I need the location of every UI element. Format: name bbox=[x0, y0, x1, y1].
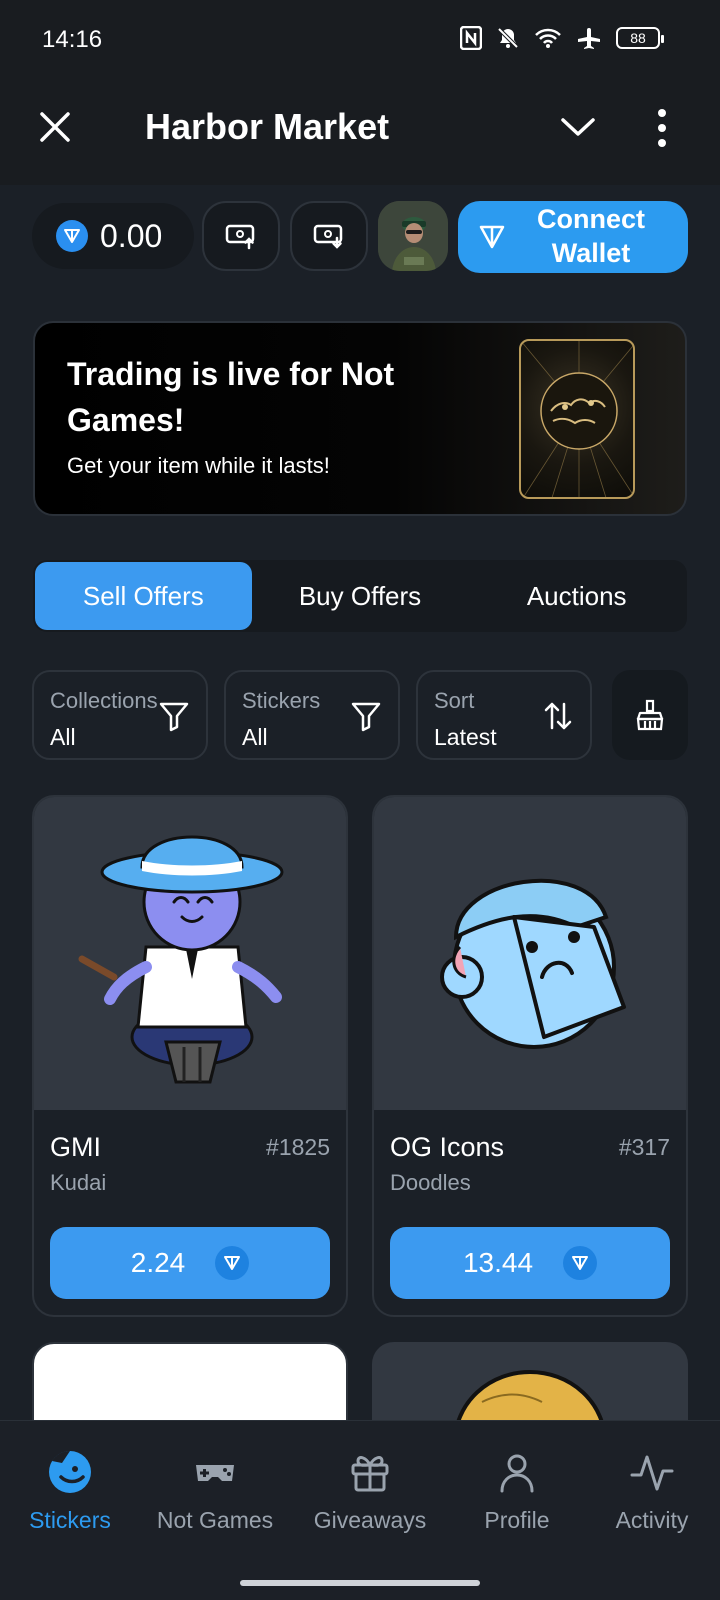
withdraw-button[interactable] bbox=[290, 201, 368, 271]
item-collection: Kudai bbox=[50, 1170, 107, 1195]
collections-filter[interactable]: Collections All bbox=[32, 670, 208, 760]
ton-icon bbox=[56, 220, 88, 252]
activity-icon bbox=[630, 1455, 674, 1491]
nav-giveaways[interactable]: Giveaways bbox=[300, 1449, 440, 1534]
item-card[interactable]: GMI #1825 Kudai 2.24 bbox=[32, 795, 348, 1317]
banner-subtitle: Get your item while it lasts! bbox=[67, 453, 330, 478]
nav-stickers[interactable]: Stickers bbox=[0, 1449, 140, 1534]
nav-activity[interactable]: Activity bbox=[582, 1449, 720, 1534]
app-header: 14:16 88 Harbor Market bbox=[0, 0, 720, 185]
balance-value: 0.00 bbox=[100, 217, 163, 254]
nav-label: Giveaways bbox=[313, 1507, 427, 1533]
ton-balance: 0.00 bbox=[32, 203, 194, 269]
banner-title: Trading is live for Not Games! bbox=[67, 356, 395, 439]
clear-filters-button[interactable] bbox=[612, 670, 688, 760]
filter-label: Sort bbox=[434, 688, 475, 713]
sticker-icon bbox=[49, 1450, 91, 1493]
airplane-icon bbox=[578, 28, 600, 49]
ton-icon bbox=[215, 1246, 250, 1280]
person-icon bbox=[500, 1454, 534, 1493]
deposit-button[interactable] bbox=[202, 201, 280, 271]
deposit-icon bbox=[225, 224, 255, 250]
item-card[interactable] bbox=[372, 1342, 688, 1422]
promo-banner[interactable]: Trading is live for Not Games! Get your … bbox=[33, 321, 687, 516]
status-icons: 88 bbox=[460, 26, 664, 50]
item-number: #317 bbox=[618, 1134, 670, 1160]
item-name: OG Icons bbox=[390, 1132, 505, 1162]
ton-icon bbox=[479, 225, 505, 249]
tab-auctions[interactable]: Auctions bbox=[468, 562, 685, 630]
tab-sell-offers[interactable]: Sell Offers bbox=[35, 562, 252, 630]
ton-icon bbox=[563, 1246, 598, 1280]
filter-value: All bbox=[50, 724, 76, 750]
item-card[interactable] bbox=[32, 1342, 348, 1422]
item-card[interactable]: OG Icons #317 Doodles 13.44 bbox=[372, 795, 688, 1317]
item-name: GMI bbox=[50, 1132, 101, 1162]
wifi-icon bbox=[535, 28, 561, 48]
bell-off-icon bbox=[497, 27, 519, 49]
item-price: 2.24 bbox=[130, 1247, 186, 1278]
status-time: 14:16 bbox=[42, 26, 103, 53]
close-icon[interactable] bbox=[36, 108, 74, 146]
nav-label: Stickers bbox=[29, 1507, 111, 1533]
sort-icon bbox=[544, 702, 572, 730]
connect-wallet-button[interactable]: Connect Wallet bbox=[458, 201, 688, 273]
chevron-down-icon[interactable] bbox=[558, 112, 598, 142]
more-vert-icon[interactable] bbox=[655, 108, 669, 148]
item-collection: Doodles bbox=[390, 1170, 471, 1195]
filter-icon bbox=[159, 702, 189, 732]
sort-filter[interactable]: Sort Latest bbox=[416, 670, 592, 760]
tab-buy-offers[interactable]: Buy Offers bbox=[252, 562, 469, 630]
bottom-nav: Stickers Not Games Giveaways Profile Act… bbox=[0, 1420, 720, 1600]
sticker-image bbox=[34, 797, 346, 1110]
filter-icon bbox=[351, 702, 381, 732]
gift-icon bbox=[351, 1456, 389, 1492]
nav-label: Activity bbox=[615, 1507, 689, 1533]
item-price: 13.44 bbox=[462, 1247, 534, 1278]
nav-not-games[interactable]: Not Games bbox=[145, 1449, 285, 1534]
item-number: #1825 bbox=[266, 1134, 330, 1160]
offer-tabs: Sell Offers Buy Offers Auctions bbox=[33, 560, 687, 632]
sticker-image bbox=[374, 797, 686, 1110]
filter-value: Latest bbox=[434, 724, 497, 750]
connect-wallet-label: Connect Wallet bbox=[537, 204, 645, 268]
nav-profile[interactable]: Profile bbox=[447, 1449, 587, 1534]
broom-icon bbox=[636, 699, 664, 731]
game-card-image bbox=[519, 339, 635, 499]
filter-label: Collections bbox=[50, 688, 158, 713]
nav-label: Not Games bbox=[156, 1507, 274, 1533]
gamepad-icon bbox=[196, 1465, 234, 1481]
battery-indicator: 88 bbox=[616, 27, 664, 49]
filter-label: Stickers bbox=[242, 688, 321, 713]
page-title: Harbor Market bbox=[145, 106, 390, 147]
filter-value: All bbox=[242, 724, 268, 750]
stickers-filter[interactable]: Stickers All bbox=[224, 670, 400, 760]
avatar[interactable] bbox=[378, 201, 448, 271]
home-indicator[interactable] bbox=[240, 1580, 480, 1586]
nfc-icon bbox=[460, 26, 482, 50]
buy-button[interactable]: 2.24 bbox=[50, 1227, 330, 1299]
nav-label: Profile bbox=[484, 1507, 550, 1533]
buy-button[interactable]: 13.44 bbox=[390, 1227, 670, 1299]
withdraw-icon bbox=[313, 224, 343, 249]
